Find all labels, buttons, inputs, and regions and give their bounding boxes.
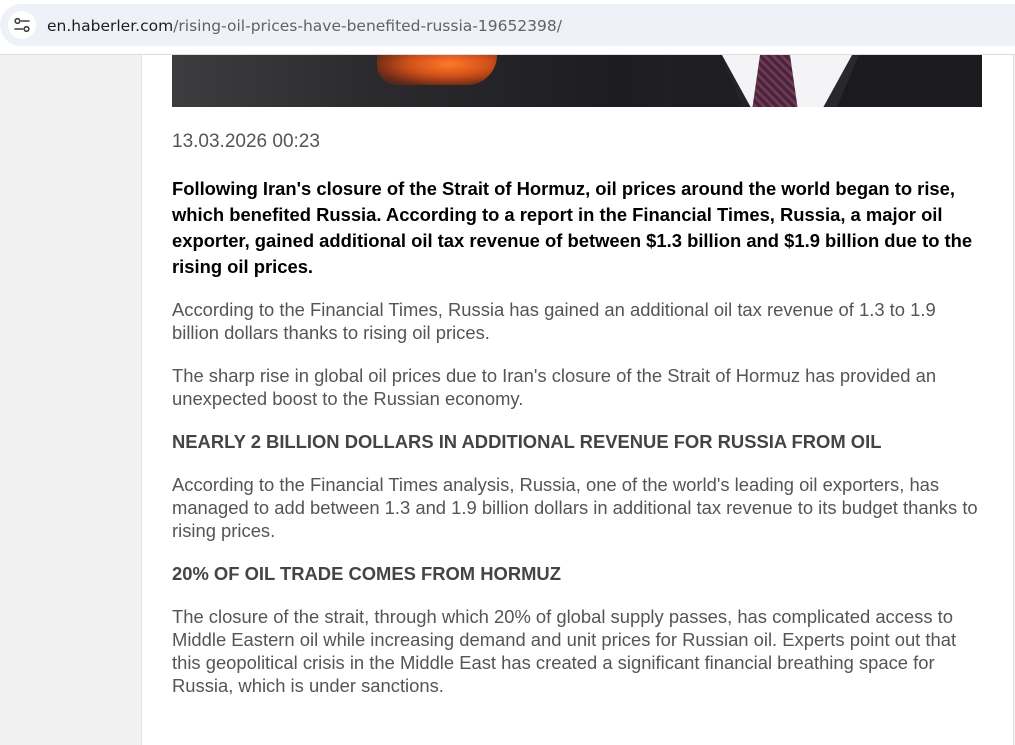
- article-paragraph-4: The closure of the strait, through which…: [172, 606, 957, 696]
- site-info-button[interactable]: [8, 11, 36, 39]
- page-margin: [0, 55, 141, 745]
- article-subheading-1: NEARLY 2 BILLION DOLLARS IN ADDITIONAL R…: [172, 431, 882, 452]
- article-paragraph-2: The sharp rise in global oil prices due …: [172, 365, 937, 409]
- article-subheading-2: 20% OF OIL TRADE COMES FROM HORMUZ: [172, 563, 561, 584]
- browser-toolbar: en.haberler.com/rising-oil-prices-have-b…: [0, 0, 1015, 55]
- article-paragraph-3: According to the Financial Times analysi…: [172, 474, 978, 541]
- tune-icon: [14, 17, 30, 33]
- url-text[interactable]: en.haberler.com/rising-oil-prices-have-b…: [47, 16, 562, 36]
- url-domain: en.haberler.com: [47, 17, 174, 35]
- address-bar[interactable]: en.haberler.com/rising-oil-prices-have-b…: [0, 4, 1015, 46]
- url-path: /rising-oil-prices-have-benefited-russia…: [173, 17, 562, 35]
- article-container: 13.03.2026 00:23 Following Iran's closur…: [141, 55, 1014, 745]
- article-hero-image: [172, 55, 982, 107]
- article-paragraph-1: According to the Financial Times, Russia…: [172, 299, 936, 343]
- article-date: 13.03.2026 00:23: [172, 131, 320, 152]
- article-lead: Following Iran's closure of the Strait o…: [172, 178, 973, 277]
